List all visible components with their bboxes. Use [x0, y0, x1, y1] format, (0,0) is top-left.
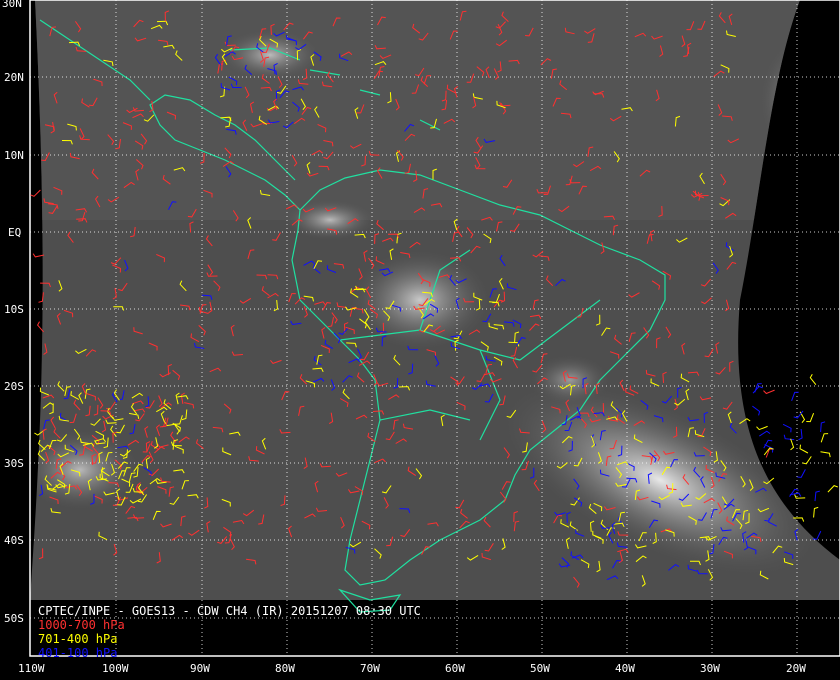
lon-label: 60W	[445, 662, 465, 675]
lon-label: 90W	[190, 662, 210, 675]
lon-label: 80W	[275, 662, 295, 675]
lat-label: 20S	[4, 380, 24, 393]
lat-label: 30N	[2, 0, 22, 10]
satellite-wind-map: 30N 20N 10N EQ 10S 20S 30S 40S 50S 110W …	[0, 0, 840, 680]
lat-label: 50S	[4, 612, 24, 625]
lat-label: 20N	[4, 71, 24, 84]
legend-high-level: 401-100 hPa	[38, 646, 118, 660]
lon-label: 40W	[615, 662, 635, 675]
lat-label: 30S	[4, 457, 24, 470]
map-title: CPTEC/INPE - GOES13 - CDW CH4 (IR) 20151…	[38, 604, 421, 618]
lon-label: 100W	[102, 662, 129, 675]
legend-mid-level: 701-400 hPa	[38, 632, 118, 646]
lat-label: EQ	[8, 226, 21, 239]
legend-low-level: 1000-700 hPa	[38, 618, 125, 632]
lon-label: 20W	[786, 662, 806, 675]
lon-label: 70W	[360, 662, 380, 675]
lat-label: 40S	[4, 534, 24, 547]
lon-label: 50W	[530, 662, 550, 675]
lat-label: 10N	[4, 149, 24, 162]
lon-label: 110W	[18, 662, 45, 675]
lon-label: 30W	[700, 662, 720, 675]
lat-label: 10S	[4, 303, 24, 316]
